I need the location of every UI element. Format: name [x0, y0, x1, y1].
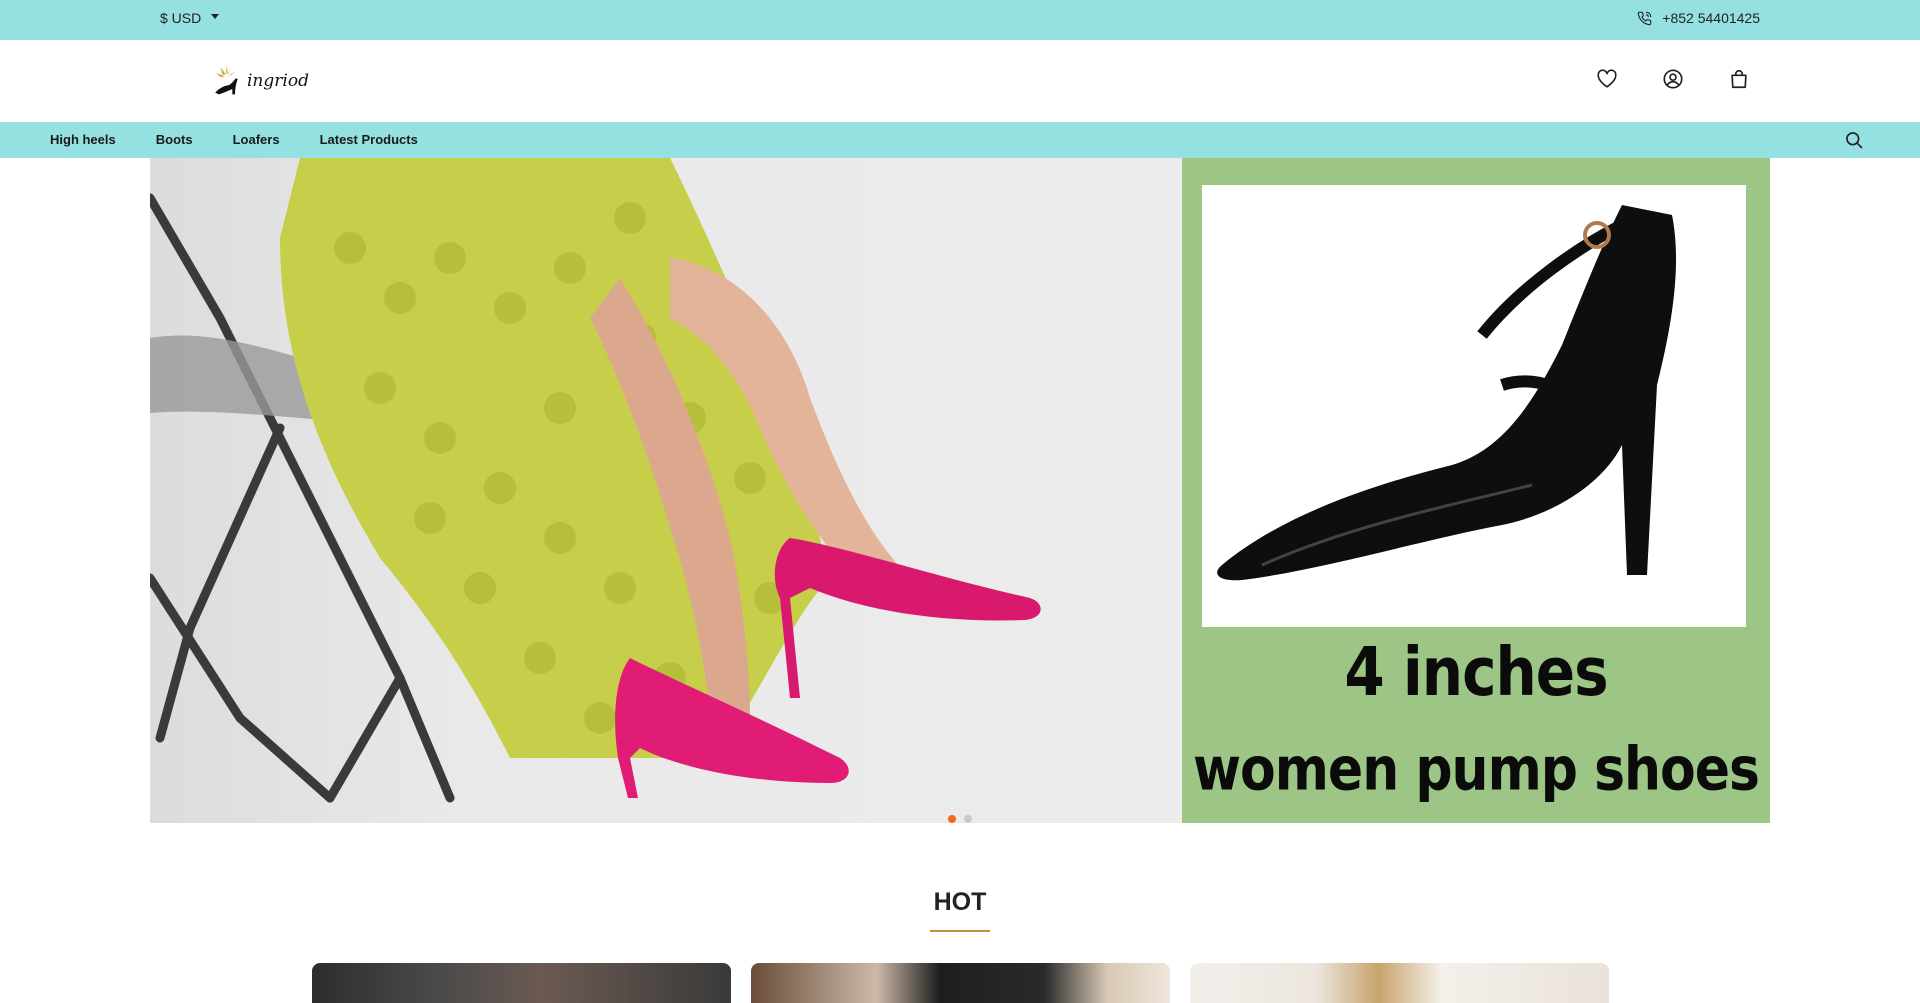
- carousel-dot-1[interactable]: [948, 815, 956, 823]
- search-icon[interactable]: [1844, 130, 1864, 150]
- nav-item-latest-products[interactable]: Latest Products: [320, 132, 418, 147]
- nav-menu: High heels Boots Loafers Latest Products: [50, 132, 418, 147]
- carousel-dots: [948, 815, 972, 823]
- cart-button[interactable]: [1728, 68, 1750, 90]
- title-underline: [930, 930, 990, 932]
- promo-heading: 4 inches: [1344, 632, 1608, 712]
- currency-label: $ USD: [160, 10, 202, 26]
- section-title: HOT: [933, 888, 987, 916]
- main-nav: High heels Boots Loafers Latest Products: [0, 122, 1920, 158]
- user-icon: [1663, 69, 1683, 89]
- top-bar: $ USD +852 54401425: [0, 0, 1920, 40]
- currency-selector[interactable]: $ USD: [160, 10, 220, 26]
- logo-icon: [215, 65, 238, 95]
- chevron-down-icon: [211, 14, 220, 19]
- carousel-dot-2[interactable]: [964, 815, 972, 823]
- model-heels-illustration: [150, 158, 1041, 803]
- pink-heel-right: [774, 538, 1041, 698]
- product-cards: [312, 963, 1609, 1003]
- bag-icon: [1731, 70, 1747, 89]
- product-image-box: [1202, 185, 1746, 627]
- product-card[interactable]: [1190, 963, 1609, 1003]
- logo[interactable]: ingriod: [208, 62, 309, 98]
- promo-subheading: women pump shoes: [1192, 735, 1760, 805]
- hero-banner[interactable]: 4 inches women pump shoes: [150, 158, 1770, 823]
- heart-icon: [1597, 69, 1617, 88]
- wishlist-button[interactable]: [1596, 68, 1618, 90]
- product-card[interactable]: [751, 963, 1170, 1003]
- promo-panel: 4 inches women pump shoes: [1182, 158, 1770, 823]
- hero-lifestyle-image: [150, 158, 1182, 823]
- nav-item-loafers[interactable]: Loafers: [233, 132, 280, 147]
- header-actions: [1596, 68, 1750, 90]
- account-button[interactable]: [1662, 68, 1684, 90]
- phone-number: +852 54401425: [1662, 10, 1760, 26]
- black-pump-icon: [1217, 205, 1677, 581]
- phone-contact[interactable]: +852 54401425: [1637, 10, 1760, 26]
- phone-icon: [1638, 11, 1652, 25]
- nav-item-high-heels[interactable]: High heels: [50, 132, 116, 147]
- logo-text: ingriod: [247, 71, 309, 91]
- site-header: ingriod: [0, 40, 1920, 122]
- nav-item-boots[interactable]: Boots: [156, 132, 193, 147]
- product-card[interactable]: [312, 963, 731, 1003]
